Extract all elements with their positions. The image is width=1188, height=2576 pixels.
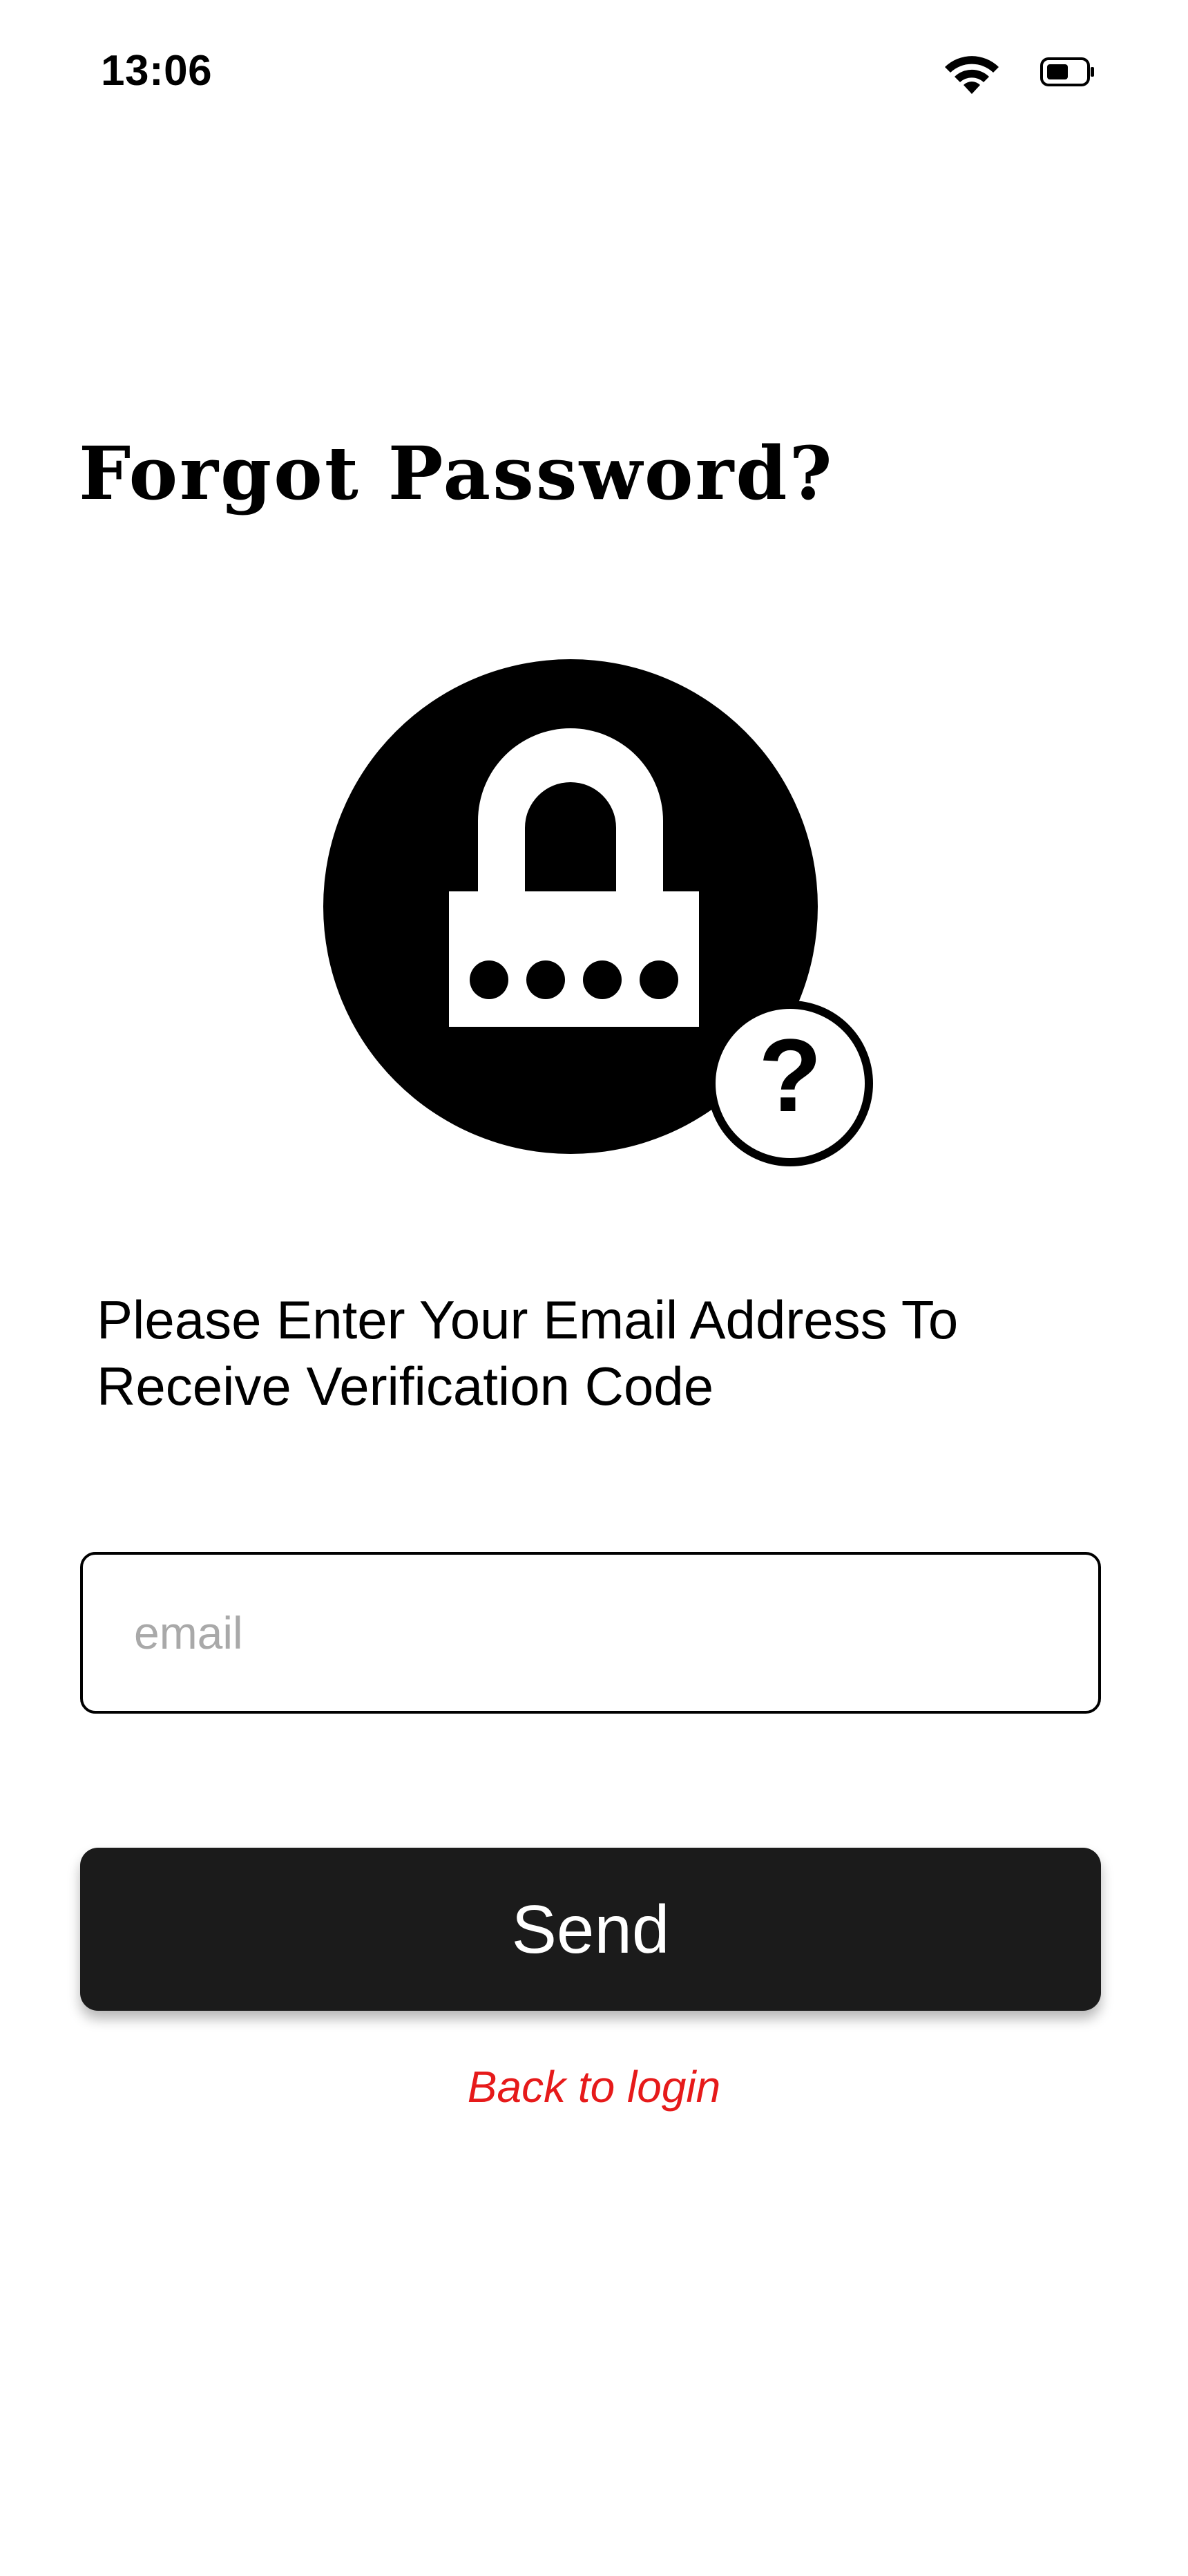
back-to-login-link[interactable]: Back to login — [0, 2059, 1188, 2114]
lock-question-icon: ? — [323, 659, 873, 1166]
status-bar: 13:06 — [0, 0, 1188, 145]
status-time: 13:06 — [101, 47, 213, 95]
page-title: Forgot Password? — [79, 430, 834, 516]
email-field[interactable] — [80, 1552, 1101, 1714]
email-input[interactable] — [83, 1555, 1098, 1711]
wifi-icon — [945, 56, 999, 94]
instruction-text: Please Enter Your Email Address To Recei… — [97, 1289, 959, 1417]
send-button[interactable]: Send — [80, 1848, 1101, 2011]
battery-icon — [1040, 57, 1094, 86]
svg-text:?: ? — [758, 1017, 822, 1133]
